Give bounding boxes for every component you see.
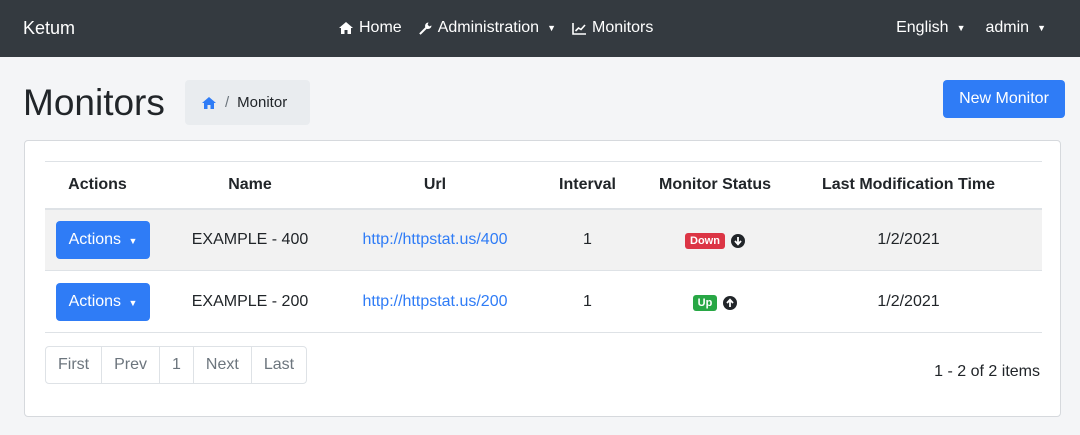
table-header-row: Actions Name Url Interval Monitor Status… — [45, 161, 1042, 210]
url-cell: http://httpstat.us/400 — [350, 208, 520, 271]
nav-right: English ▼ admin ▼ — [896, 19, 1046, 37]
nav-administration[interactable]: Administration ▼ — [418, 19, 556, 37]
home-icon — [338, 21, 354, 35]
name-cell: EXAMPLE - 400 — [150, 208, 350, 271]
chevron-down-icon: ▼ — [547, 23, 556, 33]
home-icon[interactable] — [201, 96, 217, 110]
breadcrumb-separator: / — [225, 94, 230, 111]
chevron-down-icon: ▼ — [956, 23, 966, 33]
name-cell: EXAMPLE - 200 — [150, 270, 350, 333]
time-cell: 1/2/2021 — [775, 270, 1042, 333]
pagination: First Prev 1 Next Last — [45, 346, 308, 384]
wrench-icon — [418, 21, 433, 36]
table-row: Actions ▼ EXAMPLE - 200 http://httpstat.… — [45, 270, 1042, 333]
actions-cell: Actions ▼ — [45, 270, 150, 333]
actions-label: Actions — [68, 230, 122, 248]
line-chart-icon — [572, 22, 587, 35]
user-label: admin — [985, 19, 1030, 36]
breadcrumb-current: Monitor — [237, 94, 288, 111]
interval-cell: 1 — [520, 208, 655, 271]
header-actions: Actions — [45, 161, 150, 210]
user-dropdown[interactable]: admin ▼ — [986, 19, 1047, 37]
header-last-modification-time: Last Modification Time — [775, 161, 1042, 210]
page-prev-button[interactable]: Prev — [102, 347, 161, 383]
nav-monitors[interactable]: Monitors — [572, 19, 653, 37]
actions-dropdown-button[interactable]: Actions ▼ — [56, 282, 150, 321]
header-interval: Interval — [520, 161, 655, 210]
new-monitor-button[interactable]: New Monitor — [943, 80, 1065, 118]
main-nav: Home Administration ▼ Monitors — [338, 19, 653, 37]
chevron-down-icon: ▼ — [128, 235, 138, 246]
language-dropdown[interactable]: English ▼ — [896, 19, 965, 37]
url-cell: http://httpstat.us/200 — [350, 270, 520, 333]
arrow-up-circle-icon — [723, 295, 738, 310]
actions-label: Actions — [68, 292, 122, 310]
monitors-card: Actions Name Url Interval Monitor Status… — [24, 140, 1061, 417]
brand-link[interactable]: Ketum — [23, 18, 75, 39]
status-cell: Down — [655, 208, 775, 271]
time-cell: 1/2/2021 — [775, 208, 1042, 271]
table-row: Actions ▼ EXAMPLE - 400 http://httpstat.… — [45, 208, 1042, 271]
nav-monitors-label: Monitors — [591, 19, 654, 36]
interval-cell: 1 — [520, 270, 655, 333]
language-label: English — [896, 19, 949, 36]
arrow-down-circle-icon — [730, 233, 745, 248]
nav-administration-label: Administration — [437, 19, 540, 36]
monitors-table: Actions Name Url Interval Monitor Status… — [45, 161, 1042, 333]
chevron-down-icon: ▼ — [128, 297, 138, 308]
header-name: Name — [150, 161, 350, 210]
navbar: Ketum Home Administration ▼ Monitors Eng… — [0, 0, 1080, 57]
url-link[interactable]: http://httpstat.us/400 — [363, 231, 508, 248]
url-link[interactable]: http://httpstat.us/200 — [363, 293, 508, 310]
chevron-down-icon: ▼ — [1037, 23, 1046, 33]
actions-cell: Actions ▼ — [45, 208, 150, 271]
page-last-button[interactable]: Last — [252, 347, 306, 383]
status-badge: Up — [692, 294, 718, 311]
items-count: 1 - 2 of 2 items — [934, 363, 1040, 380]
status-badge: Down — [685, 232, 725, 249]
breadcrumb: / Monitor — [185, 80, 310, 125]
header-monitor-status: Monitor Status — [655, 161, 775, 210]
actions-dropdown-button[interactable]: Actions ▼ — [56, 220, 150, 259]
status-cell: Up — [655, 270, 775, 333]
page-number-button[interactable]: 1 — [160, 347, 194, 383]
page-next-button[interactable]: Next — [194, 347, 252, 383]
page-first-button[interactable]: First — [46, 347, 103, 383]
nav-home-label: Home — [359, 19, 402, 36]
page-title: Monitors — [23, 82, 165, 123]
nav-home[interactable]: Home — [338, 19, 402, 37]
header-url: Url — [350, 161, 520, 210]
